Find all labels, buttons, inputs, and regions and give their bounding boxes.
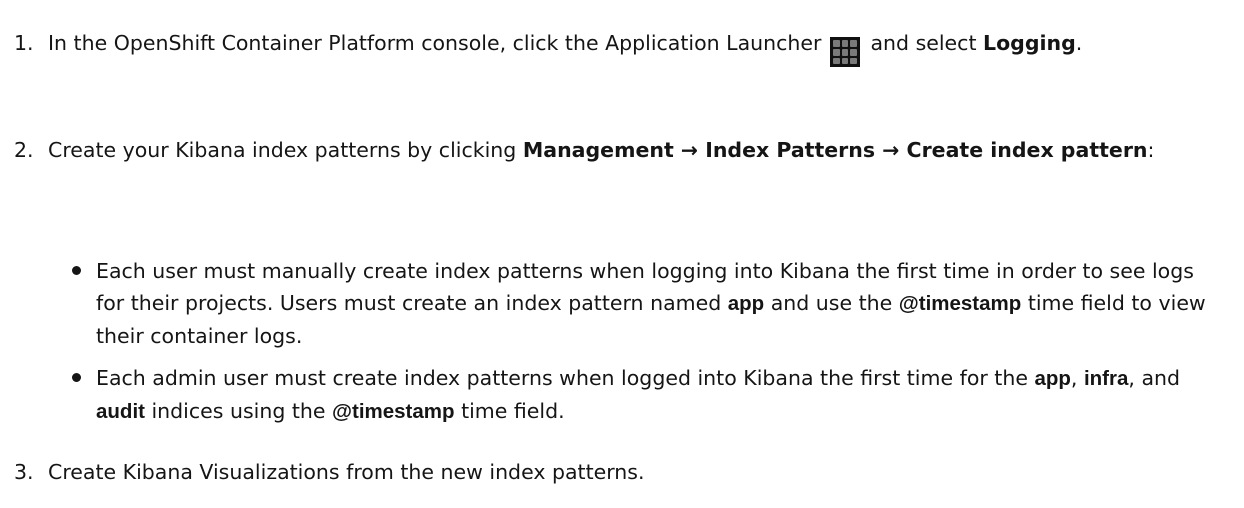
application-launcher-grid-icon bbox=[829, 37, 860, 68]
index-name-audit: audit bbox=[96, 400, 145, 423]
step-text-part: Create your Kibana index patterns by cli… bbox=[48, 138, 523, 162]
gui-item-logging: Logging bbox=[983, 31, 1076, 55]
index-name-app: app bbox=[1034, 367, 1071, 390]
field-name-timestamp: @timestamp bbox=[898, 292, 1022, 315]
step-text-part: In the OpenShift Container Platform cons… bbox=[48, 31, 822, 55]
index-name-infra: infra bbox=[1083, 367, 1129, 390]
bullet-text: Each user must manually create index pat… bbox=[96, 255, 1221, 352]
step-text: In the OpenShift Container Platform cons… bbox=[48, 27, 1218, 75]
step-text-part: and select bbox=[863, 31, 983, 55]
menu-path: Management → Index Patterns → Create ind… bbox=[522, 138, 1148, 162]
step-number: 1. bbox=[14, 31, 34, 55]
procedure-document: 1. In the OpenShift Container Platform c… bbox=[0, 0, 1244, 508]
step-number: 2. bbox=[14, 138, 34, 162]
step-number: 3. bbox=[14, 460, 34, 484]
bullet-text-part: time field. bbox=[454, 399, 565, 423]
bullet-text-part: and use the bbox=[764, 291, 899, 315]
index-name-app: app bbox=[727, 292, 765, 315]
bullet-text-part: Each admin user must create index patter… bbox=[96, 366, 1035, 390]
step-text: Create your Kibana index patterns by cli… bbox=[48, 134, 1218, 166]
bullet-text-part: , bbox=[1070, 366, 1084, 390]
bullet-text: Each admin user must create index patter… bbox=[96, 362, 1221, 428]
bullet-text-part: indices using the bbox=[144, 399, 333, 423]
bullet-dot-icon bbox=[72, 266, 81, 275]
bullet-text-part: , and bbox=[1128, 366, 1181, 390]
step-text-end: : bbox=[1147, 138, 1155, 162]
step-text: Create Kibana Visualizations from the ne… bbox=[48, 460, 645, 484]
bullet-dot-icon bbox=[72, 373, 81, 382]
field-name-timestamp: @timestamp bbox=[332, 400, 455, 423]
step-text-end: . bbox=[1075, 31, 1083, 55]
